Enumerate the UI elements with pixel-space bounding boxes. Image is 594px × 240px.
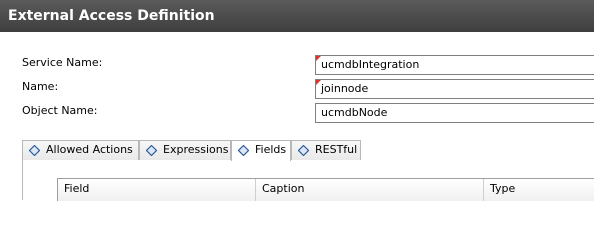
required-marker-icon [316, 80, 321, 85]
tab-allowed-actions[interactable]: Allowed Actions [22, 140, 139, 160]
tab-label: Fields [255, 143, 287, 156]
object-name-value: ucmdbNode [321, 106, 388, 119]
column-header-field[interactable]: Field [58, 179, 255, 201]
tab-label: Allowed Actions [46, 143, 133, 156]
tab-restful[interactable]: RESTful [291, 140, 361, 160]
column-header-caption[interactable]: Caption [255, 179, 483, 201]
name-label: Name: [22, 80, 59, 93]
service-name-field[interactable]: ucmdbIntegration [315, 55, 594, 75]
tab-expressions[interactable]: Expressions [139, 140, 231, 160]
service-name-label: Service Name: [22, 56, 103, 69]
name-value: joinnode [321, 82, 369, 95]
object-name-label: Object Name: [22, 104, 98, 117]
column-header-type[interactable]: Type [483, 179, 594, 201]
diamond-icon [298, 145, 309, 156]
fields-table-header: Field Caption Type [57, 178, 594, 201]
tab-fields[interactable]: Fields [231, 140, 291, 161]
tab-label: Expressions [163, 143, 229, 156]
diamond-icon [238, 145, 249, 156]
service-name-value: ucmdbIntegration [321, 58, 420, 71]
tab-strip: Allowed Actions Expressions Fields RESTf… [22, 140, 594, 161]
tab-label: RESTful [315, 143, 358, 156]
window-title: External Access Definition [8, 8, 215, 24]
title-bar: External Access Definition [0, 0, 594, 32]
required-marker-icon [316, 56, 321, 61]
name-field[interactable]: joinnode [315, 79, 594, 99]
diamond-icon [146, 145, 157, 156]
diamond-icon [29, 145, 40, 156]
object-name-field[interactable]: ucmdbNode [315, 103, 594, 123]
